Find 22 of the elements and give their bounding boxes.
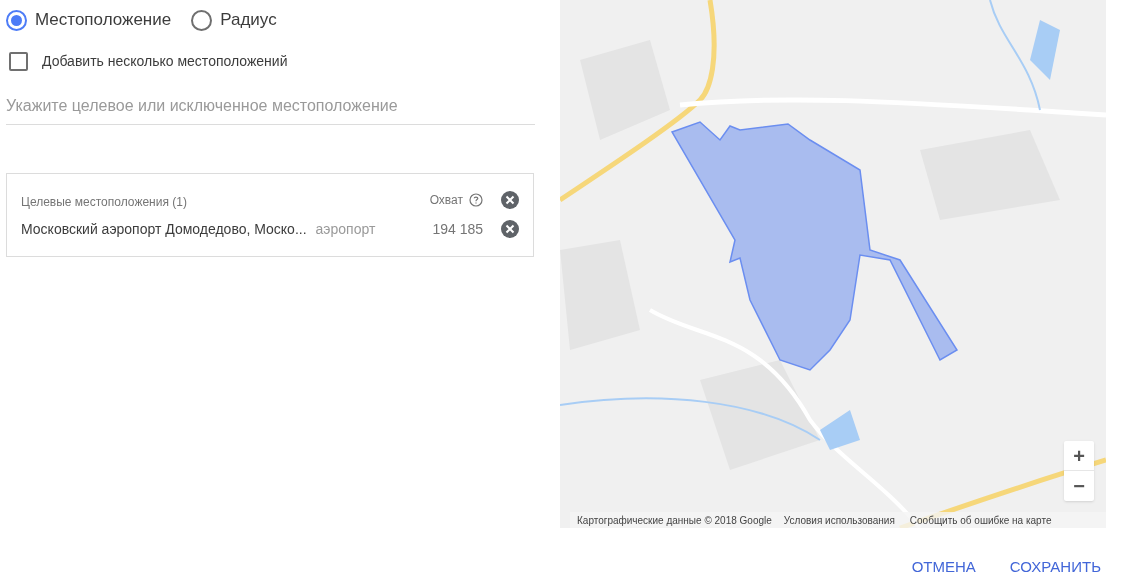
remove-icon[interactable] — [501, 191, 519, 209]
reach-value: 194 185 — [432, 219, 483, 239]
report-error-link[interactable]: Сообщить об ошибке на карте — [903, 512, 1058, 528]
terms-link[interactable]: Условия использования — [778, 512, 900, 528]
reach-label: Охват — [429, 192, 463, 209]
help-icon[interactable] — [469, 193, 483, 207]
radio-button[interactable] — [191, 9, 213, 31]
zoom-in-button[interactable]: + — [1064, 441, 1094, 471]
radio-label: Местоположение — [35, 9, 172, 32]
save-button[interactable]: СОХРАНИТЬ — [999, 554, 1111, 580]
radio-button[interactable] — [6, 9, 27, 31]
card-title: Целевые местоположения (1) — [21, 194, 188, 211]
radio-label: Радиус — [220, 9, 277, 32]
cancel-button[interactable]: ОТМЕНА — [901, 554, 986, 580]
location-search-field[interactable]: Укажите целевое или исключенное местоположение — [6, 87, 535, 125]
map-data-credit: Картографические данные © 2018 Google — [576, 513, 773, 528]
zoom-out-button[interactable]: − — [1064, 471, 1094, 501]
checkbox-label: Добавить несколько местоположений — [42, 51, 288, 71]
location-type: аэропорт — [315, 219, 376, 239]
location-name: Московский аэропорт Домодедово, Моско... — [21, 219, 307, 239]
checkbox[interactable] — [9, 51, 28, 71]
remove-icon[interactable] — [501, 220, 519, 238]
